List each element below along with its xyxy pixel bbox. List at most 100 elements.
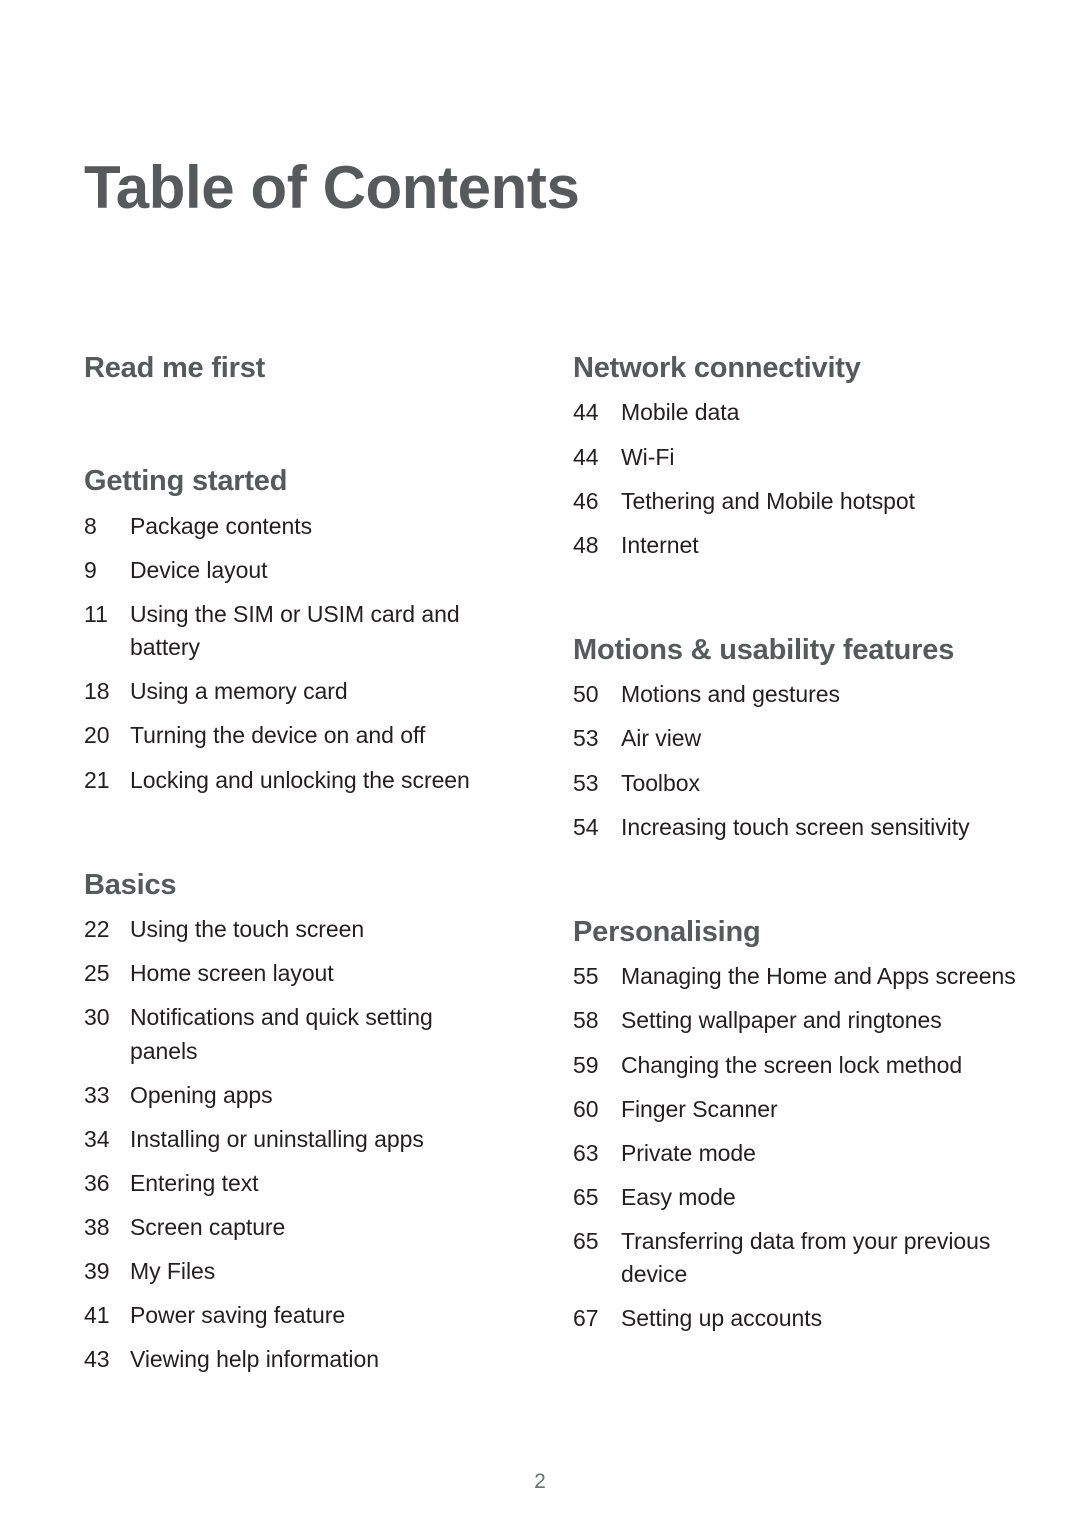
toc-entry[interactable]: 54 Increasing touch screen sensitivity — [573, 811, 1025, 844]
toc-entry-page-number: 9 — [84, 557, 97, 584]
toc-entry-page-number: 39 — [84, 1258, 110, 1285]
toc-entry-label: Turning the device on and off — [130, 722, 426, 749]
toc-section-basics: Basics 22 Using the touch screen 25 Home scr… — [84, 869, 482, 1377]
toc-entry[interactable]: 9 Device layout — [84, 554, 482, 587]
toc-entry-page-number: 53 — [573, 725, 599, 752]
toc-entry-label: Finger Scanner — [621, 1095, 778, 1122]
toc-entry-label: Changing the screen lock method — [621, 1051, 963, 1078]
toc-entry[interactable]: 21 Locking and unlocking the screen — [84, 764, 482, 797]
toc-entry[interactable]: 65 Transferring data from your previous d… — [573, 1225, 1025, 1291]
toc-entry-label: Private mode — [621, 1139, 756, 1166]
toc-entry-label: Entering text — [130, 1169, 259, 1196]
toc-entry-label: Mobile data — [621, 399, 740, 426]
toc-entry-page-number: 46 — [573, 487, 599, 514]
toc-entry[interactable]: 53 Toolbox — [573, 767, 1025, 800]
toc-entry-page-number: 60 — [573, 1095, 599, 1122]
section-entry-list: 22 Using the touch screen 25 Home screen la… — [84, 913, 482, 1376]
toc-entry-label: Using the touch screen — [130, 916, 365, 943]
page-title: Table of Contents — [84, 154, 580, 222]
toc-entry-label: Wi-Fi — [621, 443, 675, 470]
toc-entry[interactable]: 39 My Files — [84, 1255, 482, 1288]
toc-entry-label: Using a memory card — [130, 678, 348, 705]
toc-entry-page-number: 65 — [573, 1227, 599, 1254]
toc-entry-page-number: 67 — [573, 1305, 599, 1332]
toc-entry-label: Easy mode — [621, 1183, 736, 1210]
toc-entry[interactable]: 63 Private mode — [573, 1137, 1025, 1170]
toc-entry[interactable]: 58 Setting wallpaper and ringtones — [573, 1004, 1025, 1037]
toc-entry[interactable]: 55 Managing the Home and Apps screens — [573, 960, 1025, 993]
toc-entry[interactable]: 46 Tethering and Mobile hotspot — [573, 485, 1025, 518]
toc-section-personalising: Personalising 55 Managing the Home and App… — [573, 916, 1025, 1335]
toc-entry[interactable]: 53 Air view — [573, 722, 1025, 755]
toc-entry-label: Transferring data from your previous dev… — [621, 1227, 991, 1288]
toc-entry-page-number: 65 — [573, 1183, 599, 1210]
toc-entry-page-number: 36 — [84, 1169, 110, 1196]
toc-entry-label: Air view — [621, 725, 702, 752]
toc-entry[interactable]: 44 Mobile data — [573, 396, 1025, 429]
section-heading-motions-and-usability-features: Motions & usability features — [573, 633, 955, 666]
toc-entry-page-number: 63 — [573, 1139, 599, 1166]
toc-entry-label: Toolbox — [621, 769, 700, 796]
toc-entry[interactable]: 48 Internet — [573, 529, 1025, 562]
toc-entry-label: Viewing help information — [130, 1346, 379, 1373]
section-entry-list: 50 Motions and gestures 53 Air view 53 Toolbo… — [573, 678, 1025, 843]
toc-entry[interactable]: 43 Viewing help information — [84, 1343, 482, 1376]
toc-entry[interactable]: 60 Finger Scanner — [573, 1093, 1025, 1126]
section-entry-list: 8 Package contents 9 Device layout 11 Using t… — [84, 510, 482, 797]
toc-entry-page-number: 34 — [84, 1125, 110, 1152]
toc-entry-label: Power saving feature — [130, 1302, 346, 1329]
section-entry-list: 55 Managing the Home and Apps screens 58 Se… — [573, 960, 1025, 1335]
toc-entry-page-number: 38 — [84, 1213, 110, 1240]
toc-section-read-me-first: Read me first — [84, 352, 482, 384]
toc-entry[interactable]: 22 Using the touch screen — [84, 913, 482, 946]
toc-entry[interactable]: 65 Easy mode — [573, 1181, 1025, 1214]
footer-page-number: 2 — [534, 1470, 546, 1493]
toc-entry[interactable]: 20 Turning the device on and off — [84, 719, 482, 752]
toc-entry[interactable]: 50 Motions and gestures — [573, 678, 1025, 711]
toc-entry-page-number: 41 — [84, 1302, 110, 1329]
toc-entry-page-number: 54 — [573, 813, 599, 840]
toc-section-motions-and-usability-features: Motions & usability features 50 Motions an… — [573, 634, 1025, 844]
toc-entry-label: Using the SIM or USIM card and battery — [130, 601, 460, 661]
toc-entry-page-number: 22 — [84, 916, 110, 943]
toc-entry[interactable]: 44 Wi-Fi — [573, 441, 1025, 474]
toc-entry[interactable]: 8 Package contents — [84, 510, 482, 543]
toc-entry-label: My Files — [130, 1258, 216, 1285]
toc-entry[interactable]: 41 Power saving feature — [84, 1299, 482, 1332]
toc-entry[interactable]: 33 Opening apps — [84, 1079, 482, 1112]
toc-entry-label: Package contents — [130, 512, 313, 539]
toc-entry-label: Managing the Home and Apps screens — [621, 963, 1016, 990]
toc-entry[interactable]: 25 Home screen layout — [84, 957, 482, 990]
toc-entry-label: Motions and gestures — [621, 681, 840, 708]
toc-entry-page-number: 33 — [84, 1081, 110, 1108]
toc-column-right: Network connectivity 44 Mobile data 44 Wi-Fi… — [490, 352, 1080, 1335]
section-entry-list: 44 Mobile data 44 Wi-Fi 46 Tethering and Mobi… — [573, 396, 1025, 561]
toc-entry-page-number: 8 — [84, 512, 97, 539]
toc-entry-label: Notifications and quick setting panels — [130, 1004, 433, 1064]
toc-column-left: Read me first Getting started 8 Package con… — [0, 352, 490, 1376]
toc-columns: Read me first Getting started 8 Package con… — [0, 352, 1080, 1376]
toc-entry-page-number: 30 — [84, 1004, 110, 1031]
toc-entry[interactable]: 34 Installing or uninstalling apps — [84, 1123, 482, 1156]
section-heading-getting-started: Getting started — [84, 465, 288, 498]
toc-entry[interactable]: 67 Setting up accounts — [573, 1302, 1025, 1335]
section-heading-basics: Basics — [84, 868, 177, 901]
toc-entry-page-number: 11 — [84, 601, 108, 628]
toc-entry-page-number: 53 — [573, 769, 599, 796]
toc-entry[interactable]: 36 Entering text — [84, 1167, 482, 1200]
toc-entry-page-number: 55 — [573, 963, 599, 990]
toc-entry[interactable]: 18 Using a memory card — [84, 675, 482, 708]
toc-entry-label: Increasing touch screen sensitivity — [621, 813, 970, 840]
toc-page: Table of Contents Read me first Getting s… — [0, 0, 1080, 1527]
toc-entry-page-number: 25 — [84, 960, 110, 987]
toc-entry[interactable]: 11 Using the SIM or USIM card and battery — [84, 598, 482, 664]
toc-entry-page-number: 59 — [573, 1051, 599, 1078]
toc-entry-label: Tethering and Mobile hotspot — [621, 487, 915, 514]
toc-entry-page-number: 21 — [84, 766, 110, 793]
toc-entry-page-number: 43 — [84, 1346, 110, 1373]
toc-entry[interactable]: 30 Notifications and quick setting panels — [84, 1001, 482, 1067]
toc-entry[interactable]: 59 Changing the screen lock method — [573, 1049, 1025, 1082]
toc-entry-label: Screen capture — [130, 1213, 286, 1240]
toc-entry[interactable]: 38 Screen capture — [84, 1211, 482, 1244]
section-heading-network-connectivity: Network connectivity — [573, 352, 861, 384]
